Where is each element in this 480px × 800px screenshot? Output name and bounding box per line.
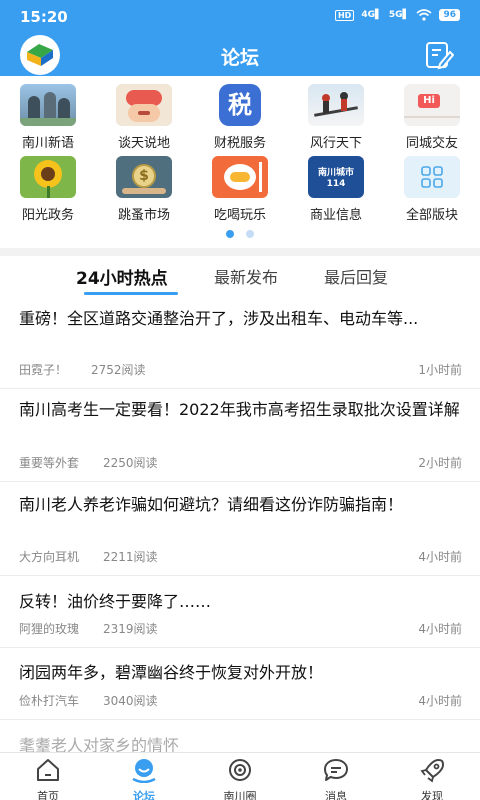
post-author[interactable]: 重要等外套 — [19, 456, 79, 470]
category-government[interactable]: 阳光政务 — [0, 156, 96, 223]
post-meta: 大方向耳机 2211阅读 4小时前 — [19, 548, 462, 565]
grid-icon — [404, 156, 460, 198]
category-tax[interactable]: 税 财税服务 — [192, 84, 288, 151]
bottom-nav: 首页 论坛 南川圈 消息 发现 — [0, 752, 480, 800]
category-chat[interactable]: 谈天说地 — [96, 84, 192, 151]
category-friends[interactable]: Hi 同城交友 — [384, 84, 480, 151]
home-icon — [37, 759, 59, 781]
circle-icon — [229, 759, 251, 781]
category-travel[interactable]: 风行天下 — [288, 84, 384, 151]
news-icon — [20, 84, 76, 126]
nav-nanchuan-circle[interactable]: 南川圈 — [192, 753, 288, 800]
tax-icon: 税 — [219, 84, 261, 126]
status-time: 15:20 — [20, 8, 68, 26]
tab-last-reply[interactable]: 最后回复 — [324, 264, 388, 288]
edit-post-icon[interactable] — [424, 40, 454, 70]
status-icons: HD 4G▌ 5G▌ 96 — [334, 9, 460, 21]
post-reads: 3040阅读 — [103, 694, 158, 708]
post-author[interactable]: 田霓子！ — [19, 363, 67, 377]
market-icon: $ — [116, 156, 172, 198]
post-tabs: 24小时热点 最新发布 最后回复 — [0, 256, 480, 296]
page-indicator — [0, 230, 480, 238]
post-title[interactable]: 重磅！全区道路交通整治开了，涉及出租车、电动车等... — [19, 306, 463, 332]
wifi-icon — [416, 9, 432, 21]
post-reads: 2250阅读 — [103, 456, 158, 470]
travel-icon — [308, 84, 364, 126]
category-nanchuan-news[interactable]: 南川新语 — [0, 84, 96, 151]
page-dot-1[interactable] — [226, 230, 234, 238]
category-flea-market[interactable]: $ 跳蚤市场 — [96, 156, 192, 223]
post-author[interactable]: 俭朴打汽车 — [19, 694, 79, 708]
nav-discover[interactable]: 发现 — [384, 753, 480, 800]
post-author[interactable]: 阿狸的玫瑰 — [19, 622, 79, 636]
post-meta: 重要等外套 2250阅读 2小时前 — [19, 454, 462, 471]
business-icon: 南川城市114 — [308, 156, 364, 198]
page-dot-2[interactable] — [246, 230, 254, 238]
category-food[interactable]: 吃喝玩乐 — [192, 156, 288, 223]
category-all-boards[interactable]: 全部版块 — [384, 156, 480, 223]
post-item[interactable]: 重磅！全区道路交通整治开了，涉及出租车、电动车等... 田霓子！ 2752阅读 1小… — [0, 296, 480, 389]
post-reads: 2319阅读 — [103, 622, 158, 636]
post-title[interactable]: 南川老人养老诈骗如何避坑？请细看这份诈防骗指南！ — [19, 492, 463, 518]
post-time: 4小时前 — [418, 550, 462, 564]
nav-forum[interactable]: 论坛 — [96, 753, 192, 800]
friends-icon: Hi — [404, 84, 460, 126]
post-time: 4小时前 — [418, 622, 462, 636]
forum-icon — [132, 759, 156, 784]
page-title: 论坛 — [220, 47, 259, 69]
nav-messages[interactable]: 消息 — [288, 753, 384, 800]
active-tab-indicator — [84, 292, 178, 295]
sunflower-icon — [20, 156, 76, 198]
category-business[interactable]: 南川城市114 商业信息 — [288, 156, 384, 223]
tab-latest[interactable]: 最新发布 — [214, 264, 278, 288]
hd-icon: HD — [334, 9, 355, 21]
signal-5g-icon: 5G▌ — [388, 10, 410, 20]
post-meta: 阿狸的玫瑰 2319阅读 4小时前 — [19, 620, 462, 637]
signal-4g-icon: 4G▌ — [361, 10, 382, 20]
post-time: 2小时前 — [418, 456, 462, 470]
forum-categories: 南川新语 谈天说地 税 财税服务 风行天下 Hi 同城交友 阳光政务 $ 跳蚤市… — [0, 76, 480, 248]
post-reads: 2211阅读 — [103, 550, 158, 564]
chat-icon — [116, 84, 172, 126]
tab-24h-hot[interactable]: 24小时热点 — [76, 264, 168, 289]
message-icon — [324, 759, 348, 781]
battery-icon: 96 — [439, 9, 460, 21]
post-time: 1小时前 — [418, 363, 462, 377]
post-item[interactable]: 反转！油价终于要降了…… 阿狸的玫瑰 2319阅读 4小时前 — [0, 576, 480, 648]
food-icon — [212, 156, 268, 198]
post-item[interactable]: 南川老人养老诈骗如何避坑？请细看这份诈防骗指南！ 大方向耳机 2211阅读 4小时前 — [0, 482, 480, 576]
post-reads: 2752阅读 — [91, 363, 146, 377]
post-author[interactable]: 大方向耳机 — [19, 550, 79, 564]
post-meta: 田霓子！ 2752阅读 1小时前 — [19, 361, 462, 378]
post-time: 4小时前 — [418, 694, 462, 708]
post-title[interactable]: 闭园两年多，碧潭幽谷终于恢复对外开放！ — [19, 660, 463, 686]
app-header: 论坛 — [0, 34, 480, 76]
post-meta: 俭朴打汽车 3040阅读 4小时前 — [19, 692, 462, 709]
section-divider — [0, 248, 480, 256]
status-bar: 15:20 HD 4G▌ 5G▌ 96 — [0, 0, 480, 34]
nav-home[interactable]: 首页 — [0, 753, 96, 800]
post-title[interactable]: 南川高考生一定要看！2022年我市高考招生录取批次设置详解 — [19, 397, 463, 423]
rocket-icon — [420, 759, 444, 783]
post-title[interactable]: 反转！油价终于要降了…… — [19, 589, 463, 615]
post-item[interactable]: 南川高考生一定要看！2022年我市高考招生录取批次设置详解 重要等外套 2250阅… — [0, 389, 480, 482]
post-item[interactable]: 闭园两年多，碧潭幽谷终于恢复对外开放！ 俭朴打汽车 3040阅读 4小时前 — [0, 648, 480, 720]
